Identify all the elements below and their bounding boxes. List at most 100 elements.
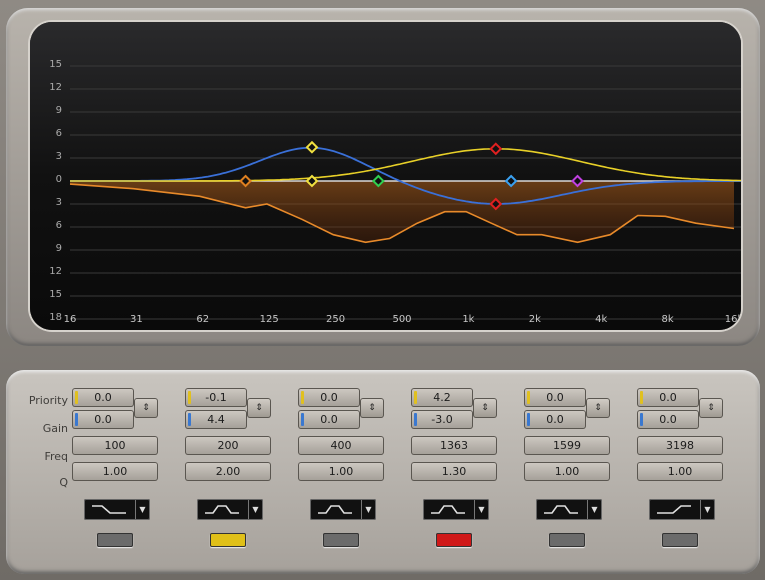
band-5-priority-field[interactable]: 0.0 [524, 388, 586, 407]
band-5-freq-field[interactable]: 1599 [524, 436, 610, 455]
eq-graph-svg [30, 22, 741, 330]
band-4-stepper-button[interactable]: ⇕ [473, 398, 497, 418]
y-axis-label: 9 [55, 243, 62, 254]
q-value: 1.00 [102, 465, 128, 478]
band-1-stepper-button[interactable]: ⇕ [134, 398, 158, 418]
band-3-priority-field[interactable]: 0.0 [298, 388, 360, 407]
up-down-arrows-icon: ⇕ [481, 403, 489, 413]
gain-value: 0.0 [94, 413, 112, 426]
x-axis-label: 31 [130, 314, 143, 325]
priority-value: 0.0 [94, 391, 112, 404]
band-5-stepper-button[interactable]: ⇕ [586, 398, 610, 418]
y-axis-label: 0 [55, 174, 62, 185]
priority-row-label: Priority [28, 394, 68, 407]
chevron-down-icon: ▼ [248, 500, 262, 519]
x-axis-label: 250 [326, 314, 346, 325]
y-axis-label: 12 [49, 266, 62, 277]
q-value: 1.00 [667, 465, 693, 478]
band-2-priority-field[interactable]: -0.1 [185, 388, 247, 407]
band-3-stepper-button[interactable]: ⇕ [360, 398, 384, 418]
band-3-enable-toggle[interactable] [323, 533, 359, 547]
priority-value: 0.0 [320, 391, 338, 404]
band-1-gain-field[interactable]: 0.0 [72, 410, 134, 429]
x-axis-label: 2k [528, 314, 541, 325]
band-5-controls: 0.0 0.0 ⇕ 1599 1.00 ▼ [524, 388, 616, 558]
priority-indicator [527, 391, 530, 404]
high-shelf-icon [657, 505, 691, 514]
priority-value: 4.2 [433, 391, 451, 404]
q-row-label: Q [59, 476, 68, 489]
band-6-priority-field[interactable]: 0.0 [637, 388, 699, 407]
freq-value: 1363 [440, 439, 468, 452]
y-axis-label: 3 [55, 197, 62, 208]
freq-value: 400 [330, 439, 352, 452]
band-2-enable-toggle[interactable] [210, 533, 246, 547]
y-axis-label: 3 [55, 151, 62, 162]
band-6-controls: 0.0 0.0 ⇕ 3198 1.00 ▼ [637, 388, 729, 558]
band-1-priority-field[interactable]: 0.0 [72, 388, 134, 407]
band-5-enable-toggle[interactable] [549, 533, 585, 547]
band-6-enable-toggle[interactable] [662, 533, 698, 547]
up-down-arrows-icon: ⇕ [255, 403, 263, 413]
band-2-stepper-button[interactable]: ⇕ [247, 398, 271, 418]
y-axis-label: 6 [55, 128, 62, 139]
x-axis-label: 62 [196, 314, 210, 325]
band-1-freq-field[interactable]: 100 [72, 436, 158, 455]
band-2-freq-field[interactable]: 200 [185, 436, 271, 455]
x-axis-label: 500 [392, 314, 412, 325]
freq-value: 1599 [553, 439, 581, 452]
band-6-stepper-button[interactable]: ⇕ [699, 398, 723, 418]
bell-icon [318, 505, 352, 514]
band-5-q-field[interactable]: 1.00 [524, 462, 610, 481]
up-down-arrows-icon: ⇕ [142, 403, 150, 413]
x-axis-label: 8k [661, 314, 674, 325]
y-axis-label: 12 [49, 82, 62, 93]
band-4-priority-field[interactable]: 4.2 [411, 388, 473, 407]
graph-panel: 15 12 9 6 3 0 3 6 9 12 15 18 16 31 62 125 250 500 1k 2k 4k 8… [6, 8, 760, 346]
band-4-q-field[interactable]: 1.30 [411, 462, 497, 481]
band-2-filter-type-select[interactable]: ▼ [197, 499, 263, 520]
q-value: 1.30 [441, 465, 467, 478]
band-2-gain-field[interactable]: 4.4 [185, 410, 247, 429]
priority-indicator [301, 391, 304, 404]
band-1-controls: 0.0 0.0 ⇕ 100 1.00 ▼ [72, 388, 164, 558]
bell-icon [205, 505, 239, 514]
freq-row-label: Freq [44, 450, 68, 463]
band-4-filter-type-select[interactable]: ▼ [423, 499, 489, 520]
band-6-freq-field[interactable]: 3198 [637, 436, 723, 455]
band-4-gain-field[interactable]: -3.0 [411, 410, 473, 429]
band-1-filter-type-select[interactable]: ▼ [84, 499, 150, 520]
band-6-gain-field[interactable]: 0.0 [637, 410, 699, 429]
band-5-gain-field[interactable]: 0.0 [524, 410, 586, 429]
x-axis-label: 16 [63, 314, 77, 325]
eq-graph-display[interactable]: 15 12 9 6 3 0 3 6 9 12 15 18 16 31 62 125 250 500 1k 2k 4k 8… [30, 22, 741, 330]
freq-value: 100 [104, 439, 126, 452]
q-value: 2.00 [215, 465, 241, 478]
band-4-freq-field[interactable]: 1363 [411, 436, 497, 455]
band-3-q-field[interactable]: 1.00 [298, 462, 384, 481]
eq-plugin-window: 15 12 9 6 3 0 3 6 9 12 15 18 16 31 62 125 250 500 1k 2k 4k 8… [0, 0, 765, 580]
low-shelf-icon [92, 505, 126, 514]
priority-value: 0.0 [546, 391, 564, 404]
priority-indicator [640, 391, 643, 404]
band-controls-panel: Priority Gain Freq Q 0.0 0.0 ⇕ 100 1.00 … [6, 370, 760, 574]
band-6-q-field[interactable]: 1.00 [637, 462, 723, 481]
band-5-filter-type-select[interactable]: ▼ [536, 499, 602, 520]
gain-indicator [188, 413, 191, 426]
band-3-filter-type-select[interactable]: ▼ [310, 499, 376, 520]
band-6-filter-type-select[interactable]: ▼ [649, 499, 715, 520]
band-4-enable-toggle[interactable] [436, 533, 472, 547]
gain-indicator [527, 413, 530, 426]
band-1-enable-toggle[interactable] [97, 533, 133, 547]
band-3-gain-field[interactable]: 0.0 [298, 410, 360, 429]
priority-indicator [188, 391, 191, 404]
band-4-controls: 4.2 -3.0 ⇕ 1363 1.30 ▼ [411, 388, 503, 558]
x-axis-label: 4k [595, 314, 608, 325]
gain-indicator [414, 413, 417, 426]
gain-row-label: Gain [42, 422, 68, 435]
band-2-q-field[interactable]: 2.00 [185, 462, 271, 481]
band-3-freq-field[interactable]: 400 [298, 436, 384, 455]
y-axis-label: 15 [49, 59, 62, 70]
band-1-q-field[interactable]: 1.00 [72, 462, 158, 481]
up-down-arrows-icon: ⇕ [594, 403, 602, 413]
